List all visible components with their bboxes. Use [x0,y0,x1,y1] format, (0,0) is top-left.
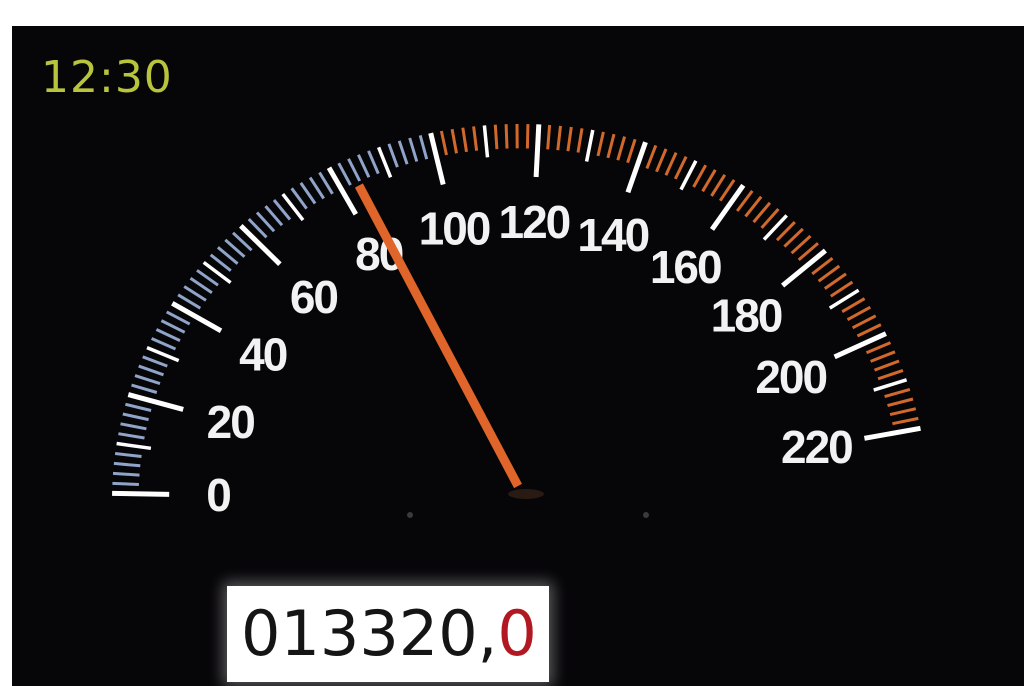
minor-tick [308,176,325,200]
gauge-scale-labels: 020406080 100 120 140160180200220 [206,196,854,521]
scale-label-180: 180 [711,290,782,342]
minor-tick [357,154,371,178]
minor-tick [877,368,904,381]
minor-tick [318,171,334,195]
minor-tick [112,481,139,486]
odometer-integer: 013320, [241,597,498,670]
minor-tick [645,144,658,170]
minor-tick [299,182,317,205]
minor-tick [337,162,352,186]
dashboard-screen: 12:30 0 20 40 60 80 100 120 140 160 180 200 220 013… [12,26,1024,686]
minor-tick [376,146,393,178]
minor-tick [851,314,877,330]
minor-tick [673,155,688,180]
minor-tick [418,135,429,160]
minor-tick [626,138,637,164]
scale-label-100: 100 [419,203,490,255]
minor-tick [846,305,872,322]
minor-tick [131,383,158,394]
scale-label-20: 20 [207,396,255,448]
minor-tick [482,125,490,158]
minor-tick [150,337,177,351]
gauge-dot [407,512,413,518]
minor-tick [142,355,168,368]
minor-tick [450,128,458,154]
minor-tick [397,140,409,165]
minor-tick [873,359,900,372]
minor-tick [189,277,213,294]
minor-tick [125,402,152,412]
minor-tick [120,422,147,431]
minor-tick [134,374,161,386]
minor-tick [710,174,727,197]
minor-tick [865,341,892,355]
minor-tick [347,158,362,182]
scale-label-200: 200 [755,351,826,403]
major-tick [428,132,446,186]
minor-tick [116,441,152,451]
minor-tick [584,129,595,162]
minor-tick [439,130,448,156]
odometer-display: 013320,0 [227,586,549,682]
minor-tick [870,350,896,363]
minor-tick [856,323,882,338]
scale-label-140: 140 [577,209,648,261]
scale-label-0: 0 [206,469,230,521]
minor-tick [112,471,140,477]
minor-tick [525,124,530,149]
minor-tick [762,214,788,241]
scale-label-60: 60 [290,271,338,323]
minor-tick [118,432,145,440]
scale-label-220: 220 [781,421,852,473]
odometer-decimal: 0 [497,597,537,670]
minor-tick [546,124,552,150]
minor-tick [387,143,399,168]
minor-tick [744,195,763,218]
minor-tick [892,416,919,426]
major-tick [863,425,921,441]
minor-tick [461,127,468,153]
major-tick [833,331,887,360]
major-tick [533,124,542,178]
minor-tick [884,387,911,399]
minor-tick [290,187,308,210]
minor-tick [114,452,142,458]
minor-tick [873,378,908,392]
minor-tick [472,126,479,151]
minor-tick [596,131,605,157]
minor-tick [566,126,573,152]
minor-tick [556,125,562,151]
minor-tick [160,319,186,334]
minor-tick [889,407,917,417]
scale-label-120: 120 [499,196,570,248]
major-tick [112,490,170,497]
minor-tick [664,151,678,176]
needle-hub [508,489,544,499]
minor-tick [841,297,866,313]
minor-tick [113,461,141,468]
minor-tick [183,285,207,302]
minor-tick [692,164,708,188]
major-tick [326,166,358,216]
gauge-decor [407,512,649,518]
minor-tick [408,137,419,162]
minor-tick [367,150,380,175]
minor-tick [155,328,181,342]
minor-tick [576,128,584,153]
minor-tick [606,133,616,159]
scale-label-160: 160 [650,241,721,293]
minor-tick [655,148,668,173]
minor-tick [138,364,164,377]
gauge-dot [643,512,649,518]
scale-label-40: 40 [239,328,287,380]
minor-tick [122,412,149,422]
minor-tick [504,124,509,149]
minor-tick [701,169,717,193]
minor-tick [616,136,627,161]
minor-tick [493,124,499,150]
minor-tick [887,397,914,408]
